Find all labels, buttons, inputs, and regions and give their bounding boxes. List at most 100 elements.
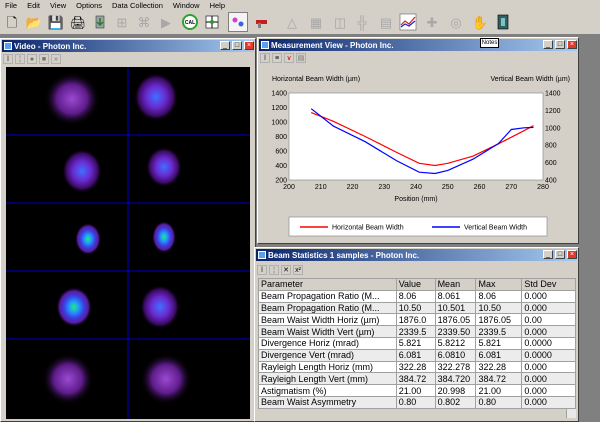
- table-header-row: Parameter Value Mean Max Std Dev: [258, 278, 576, 291]
- stop-icon[interactable]: ■: [39, 54, 49, 64]
- download-icon[interactable]: [90, 12, 110, 32]
- table-cell: 0.000: [521, 301, 576, 315]
- beam-spot: [146, 147, 182, 187]
- minimize-button[interactable]: _: [543, 250, 553, 259]
- statistics-icon[interactable]: x²: [293, 265, 303, 275]
- table-view-icon[interactable]: ▤: [376, 12, 396, 32]
- table-cell: Divergence Vert (mrad): [258, 348, 397, 362]
- step-icon[interactable]: ¦: [269, 265, 279, 275]
- target-icon[interactable]: ◎: [446, 12, 466, 32]
- menu-options[interactable]: Options: [71, 1, 107, 10]
- table-cell: 384.72: [395, 372, 436, 386]
- chart-view-icon[interactable]: [398, 12, 418, 32]
- beam-spot: [75, 223, 101, 255]
- list-icon[interactable]: ≡: [272, 53, 282, 63]
- table-cell: Beam Waist Width Vert (µm): [258, 325, 397, 338]
- table-cell: 21.00: [395, 384, 436, 397]
- network-icon[interactable]: ⌘: [134, 12, 154, 32]
- step-icon[interactable]: ¦: [15, 54, 25, 64]
- table-row[interactable]: Rayleigh Length Vert (mm) 384.72 384.720 38…: [258, 372, 576, 386]
- video-window: Video - Photon Inc. _ □ × ‖ ¦ ● ■ »: [0, 38, 256, 422]
- table-cell: 0.000: [521, 395, 576, 409]
- close-button[interactable]: ×: [567, 40, 577, 49]
- pause-icon[interactable]: ‖: [257, 265, 267, 275]
- table-row[interactable]: Beam Waist Width Horiz (µm) 1876.0 1876.05…: [258, 313, 576, 327]
- layout-view-icon[interactable]: ◫: [330, 12, 350, 32]
- record-icon[interactable]: ●: [27, 54, 37, 64]
- close-button[interactable]: ×: [244, 41, 254, 50]
- menu-window[interactable]: Window: [168, 1, 205, 10]
- cross-view-icon[interactable]: ╬: [352, 12, 372, 32]
- menu-file[interactable]: File: [0, 1, 22, 10]
- y-axis-left-label: Horizontal Beam Width (µm): [272, 76, 360, 83]
- table-row[interactable]: Astigmatism (%) 21.00 20.998 21.00 0.000: [258, 384, 576, 397]
- column-header[interactable]: Max: [475, 278, 523, 291]
- maximize-button[interactable]: □: [555, 250, 565, 259]
- maximize-button[interactable]: □: [555, 40, 565, 49]
- menu-help[interactable]: Help: [205, 1, 230, 10]
- table-cell: Beam Propagation Ratio (M...: [258, 301, 397, 315]
- table-cell: Rayleigh Length Vert (mm): [258, 372, 397, 386]
- open-folder-icon[interactable]: 📂: [24, 12, 44, 32]
- table-cell: 5.821: [475, 336, 523, 350]
- table-cell: 0.000: [521, 325, 576, 338]
- minimize-button[interactable]: _: [543, 40, 553, 49]
- pause-icon[interactable]: ‖: [260, 53, 270, 63]
- plus-grid-icon[interactable]: ✚: [422, 12, 442, 32]
- menu-view[interactable]: View: [45, 1, 71, 10]
- clear-icon[interactable]: ✕: [281, 265, 291, 275]
- menu-edit[interactable]: Edit: [22, 1, 45, 10]
- crosshair-icon[interactable]: [202, 12, 222, 32]
- new-file-icon[interactable]: 🗋: [2, 12, 22, 32]
- close-button[interactable]: ×: [567, 250, 577, 259]
- menu-data-collection[interactable]: Data Collection: [107, 1, 168, 10]
- y-tick-label-left: 400: [275, 163, 287, 170]
- play-icon[interactable]: ▶: [156, 12, 176, 32]
- column-header[interactable]: Parameter: [258, 278, 397, 291]
- table-row[interactable]: Beam Propagation Ratio (M... 8.06 8.061 8.0…: [258, 289, 576, 303]
- graph-tool-icon[interactable]: ⊞: [112, 12, 132, 32]
- save-icon[interactable]: 💾: [46, 12, 66, 32]
- beam-spot: [140, 353, 192, 405]
- x-tick-label: 210: [315, 184, 327, 191]
- stats-titlebar: Beam Statistics 1 samples - Photon Inc.: [256, 249, 577, 261]
- y-tick-label-right: 1400: [545, 91, 561, 98]
- hand-icon[interactable]: ✋: [470, 12, 490, 32]
- minimize-button[interactable]: _: [220, 41, 230, 50]
- table-cell: 2339.5: [395, 325, 436, 338]
- curve-icon[interactable]: ∨: [284, 53, 294, 63]
- table-cell: Rayleigh Length Horiz (mm): [258, 360, 397, 374]
- maximize-button[interactable]: □: [232, 41, 242, 50]
- table-row[interactable]: Beam Propagation Ratio (M... 10.50 10.501 1…: [258, 301, 576, 315]
- exit-icon[interactable]: [494, 12, 514, 32]
- window-icon: [258, 251, 266, 259]
- table-row[interactable]: Beam Waist Width Vert (µm) 2339.5 2339.50 2…: [258, 325, 576, 338]
- fast-forward-icon[interactable]: »: [51, 54, 61, 64]
- table-cell: 0.000: [521, 289, 576, 303]
- beam-test-icon[interactable]: [228, 12, 248, 32]
- table-cell: 2339.5: [475, 325, 523, 338]
- y-tick-label-left: 1000: [271, 120, 287, 127]
- table-cell: 6.081: [395, 348, 436, 362]
- notes-button[interactable]: Notes: [480, 38, 499, 48]
- print-icon[interactable]: 🖨: [68, 12, 88, 32]
- stats-subtoolbar: ‖ ¦ ✕ x²: [257, 264, 576, 276]
- column-header[interactable]: Std Dev: [521, 278, 576, 291]
- laser-gun-icon[interactable]: [252, 12, 272, 32]
- table-row[interactable]: Beam Waist Asymmetry 0.80 0.802 0.80 0.000: [258, 395, 576, 409]
- x-tick-label: 250: [442, 184, 454, 191]
- pause-icon[interactable]: ‖: [3, 54, 13, 64]
- table-row[interactable]: Divergence Horiz (mrad) 5.821 5.8212 5.821 0…: [258, 336, 576, 350]
- cal-icon[interactable]: CAL: [180, 12, 200, 32]
- column-header[interactable]: Mean: [434, 278, 477, 291]
- surface-plot-icon[interactable]: △: [282, 12, 302, 32]
- grid-view-icon[interactable]: ▦: [306, 12, 326, 32]
- table-row[interactable]: Divergence Vert (mrad) 6.081 6.0810 6.081 0.…: [258, 348, 576, 362]
- column-header[interactable]: Value: [395, 278, 436, 291]
- table-row[interactable]: Rayleigh Length Horiz (mm) 322.28 322.278 3…: [258, 360, 576, 374]
- table-cell: 0.000: [521, 372, 576, 386]
- table-cell: 0.000: [521, 384, 576, 397]
- legend-label: Horizontal Beam Width: [332, 225, 404, 232]
- x-tick-label: 200: [283, 184, 295, 191]
- table-icon[interactable]: ▤: [296, 53, 306, 63]
